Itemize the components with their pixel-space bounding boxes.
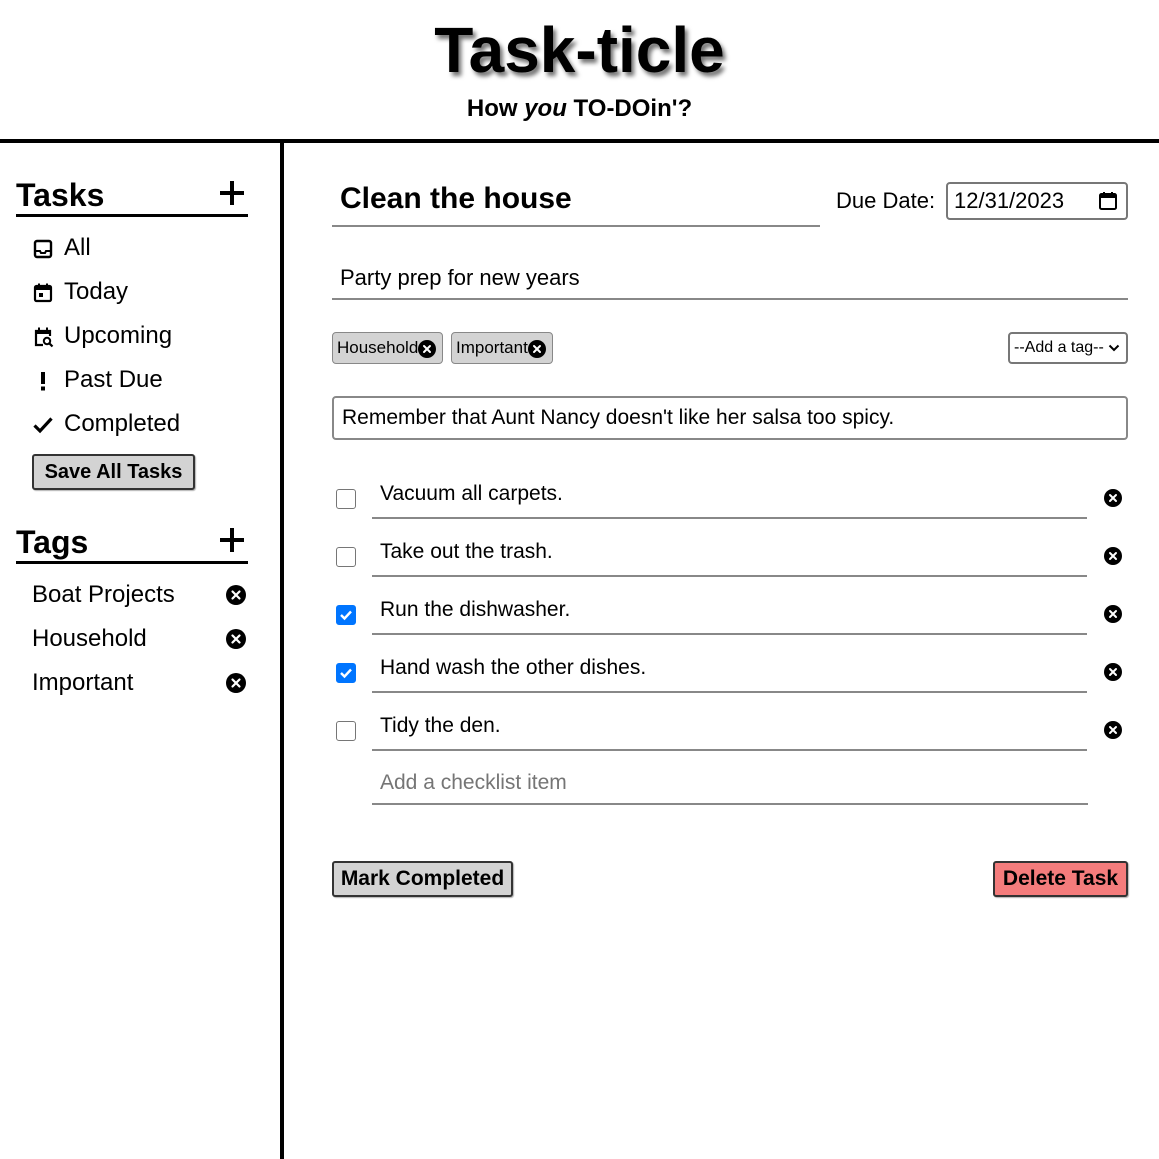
task-title-input[interactable]: Clean the house — [332, 179, 820, 227]
checklist-item: Run the dishwasher. — [332, 590, 1128, 638]
app-tagline: How you TO-DOin'? — [0, 95, 1159, 123]
checklist-checkbox[interactable] — [336, 605, 356, 625]
delete-checklist-item-icon[interactable] — [1104, 605, 1122, 623]
delete-checklist-item-icon[interactable] — [1104, 663, 1122, 681]
add-tag-option: --Add a tag-- — [1014, 339, 1104, 356]
tasks-heading: Tasks — [16, 177, 105, 213]
due-date-value: 12/31/2023 — [954, 188, 1065, 213]
nav-item-label: Upcoming — [64, 322, 173, 349]
task-subtitle-input[interactable]: Party prep for new years — [332, 260, 1128, 300]
checklist-item-input[interactable]: Take out the trash. — [372, 532, 1087, 577]
tag-label: Boat Projects — [32, 581, 175, 608]
calendar-icon[interactable] — [1098, 191, 1118, 211]
delete-checklist-item-icon[interactable] — [1104, 547, 1122, 565]
nav-item-completed[interactable]: Completed — [32, 408, 252, 440]
tasks-heading-row: Tasks — [16, 177, 248, 217]
remove-tag-icon[interactable] — [528, 340, 546, 358]
checklist-item: Hand wash the other dishes. — [332, 648, 1128, 696]
checklist-checkbox[interactable] — [336, 663, 356, 683]
add-checklist-item-input[interactable]: Add a checklist item — [372, 763, 1088, 805]
checklist-item-input[interactable]: Run the dishwasher. — [372, 590, 1087, 635]
delete-checklist-item-icon[interactable] — [1104, 489, 1122, 507]
nav-item-upcoming[interactable]: Upcoming — [32, 320, 252, 352]
checklist-item: Take out the trash. — [332, 532, 1128, 580]
app: Task-ticle How you TO-DOin'? Tasks All T… — [0, 0, 1159, 1159]
tagline-end: TO-DOin'? — [566, 95, 693, 122]
checkbox-check-icon — [340, 610, 352, 621]
checklist-item-input[interactable]: Tidy the den. — [372, 706, 1087, 751]
add-tag-button[interactable] — [220, 528, 244, 552]
remove-tag-icon[interactable] — [418, 340, 436, 358]
checklist-checkbox[interactable] — [336, 547, 356, 567]
tag-label: Important — [32, 669, 134, 696]
exclamation-icon — [41, 372, 45, 391]
tags-heading-row: Tags — [16, 524, 248, 564]
chip-label: Household — [337, 338, 419, 357]
calendar-today-icon — [33, 283, 53, 303]
checklist-item-input[interactable]: Hand wash the other dishes. — [372, 648, 1087, 693]
due-date-input[interactable]: 12/31/2023 — [946, 182, 1128, 220]
delete-task-button[interactable]: Delete Task — [993, 861, 1128, 897]
checkmark-icon — [33, 417, 53, 434]
nav-item-past-due[interactable]: Past Due — [32, 364, 252, 396]
tag-label: Household — [32, 625, 147, 652]
checklist-item: Vacuum all carpets. — [332, 474, 1128, 522]
due-date-label: Due Date: — [836, 188, 936, 213]
delete-checklist-item-icon[interactable] — [1104, 721, 1122, 739]
nav-item-label: Today — [64, 278, 129, 305]
tagline-emphasis: you — [524, 95, 567, 122]
sidebar-tag-household[interactable]: Household — [32, 623, 248, 655]
task-tag-chip-household: Household — [332, 332, 443, 364]
sidebar-tag-important[interactable]: Important — [32, 667, 248, 699]
save-all-tasks-button[interactable]: Save All Tasks — [32, 454, 195, 490]
tagline-start: How — [466, 95, 525, 122]
checklist-item: Tidy the den. — [332, 706, 1128, 754]
app-header: Task-ticle How you TO-DOin'? — [0, 0, 1159, 143]
add-tag-select[interactable]: --Add a tag-- — [1008, 332, 1128, 364]
checklist-checkbox[interactable] — [336, 721, 356, 741]
app-title: Task-ticle — [434, 14, 725, 86]
inbox-icon — [33, 239, 53, 259]
delete-tag-icon[interactable] — [226, 629, 246, 649]
task-detail: Clean the house Due Date: 12/31/2023 Par… — [284, 143, 1159, 1159]
nav-item-all[interactable]: All — [32, 232, 252, 264]
chevron-down-icon — [1108, 344, 1120, 352]
checkbox-check-icon — [340, 668, 352, 679]
delete-tag-icon[interactable] — [226, 585, 246, 605]
checklist-item-input[interactable]: Vacuum all carpets. — [372, 474, 1087, 519]
nav-item-label: Completed — [64, 410, 181, 437]
nav-item-label: Past Due — [64, 366, 163, 393]
checklist-checkbox[interactable] — [336, 489, 356, 509]
delete-tag-icon[interactable] — [226, 673, 246, 693]
add-task-button[interactable] — [220, 181, 244, 205]
nav-item-today[interactable]: Today — [32, 276, 252, 308]
calendar-search-icon — [34, 327, 54, 348]
sidebar-tag-boat-projects[interactable]: Boat Projects — [32, 579, 248, 611]
mark-completed-button[interactable]: Mark Completed — [332, 861, 513, 897]
task-notes-input[interactable]: Remember that Aunt Nancy doesn't like he… — [332, 396, 1128, 440]
nav-item-label: All — [64, 234, 91, 261]
chip-label: Important — [456, 338, 528, 357]
task-tag-chip-important: Important — [451, 332, 553, 364]
tags-heading: Tags — [16, 524, 89, 560]
